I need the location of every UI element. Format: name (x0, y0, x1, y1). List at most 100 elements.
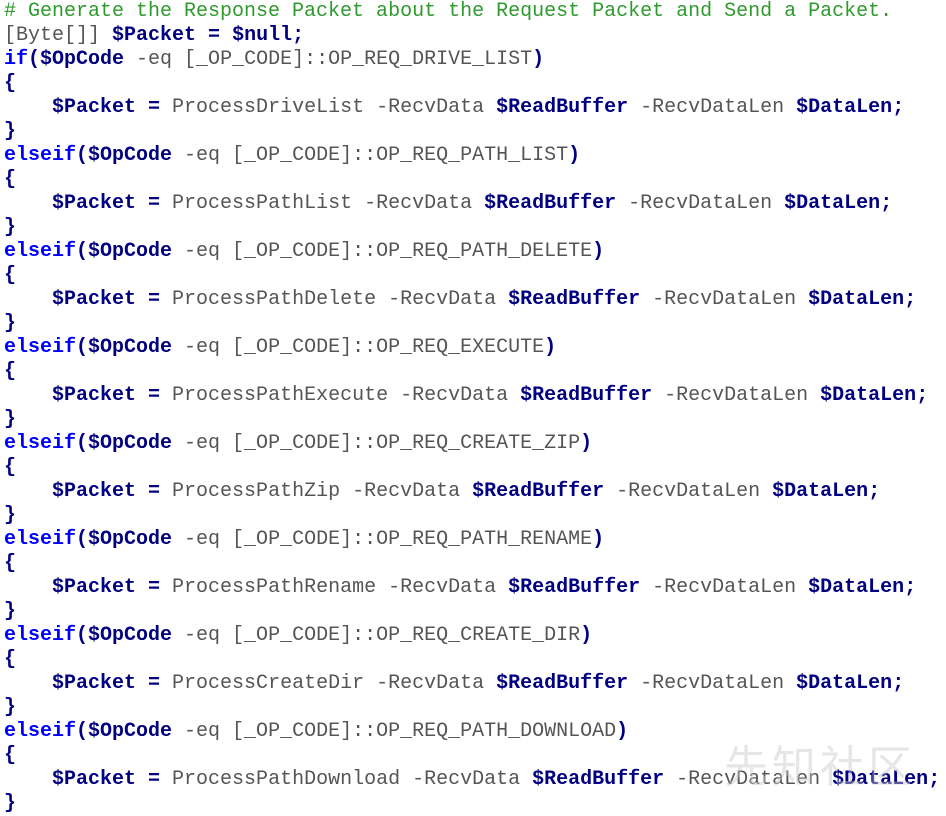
code-text: -eq [_OP_CODE]::OP_REQ_EXECUTE (172, 336, 544, 359)
code-operator: = (196, 24, 232, 47)
code-text: -eq [_OP_CODE]::OP_REQ_CREATE_DIR (172, 624, 580, 647)
code-punctuation: ; (292, 24, 304, 47)
code-line: { (4, 744, 946, 768)
code-brace: { (4, 360, 16, 383)
code-variable: $OpCode (88, 528, 172, 551)
code-line: elseif($OpCode -eq [_OP_CODE]::OP_REQ_EX… (4, 336, 946, 360)
code-line: elseif($OpCode -eq [_OP_CODE]::OP_REQ_PA… (4, 144, 946, 168)
code-operator: = (136, 192, 172, 215)
code-parameter: -RecvDataLen (640, 288, 808, 311)
code-text: -eq [_OP_CODE]::OP_REQ_DRIVE_LIST (124, 48, 532, 71)
code-line: { (4, 264, 946, 288)
code-brace: { (4, 648, 16, 671)
code-punctuation: ) (568, 144, 580, 167)
code-keyword: elseif (4, 720, 76, 743)
code-brace: } (4, 696, 16, 719)
code-keyword: elseif (4, 432, 76, 455)
code-punctuation: ; (928, 768, 940, 791)
code-text (4, 384, 52, 407)
code-punctuation: ; (916, 384, 928, 407)
code-text (4, 288, 52, 311)
code-punctuation: ) (592, 528, 604, 551)
code-line: if($OpCode -eq [_OP_CODE]::OP_REQ_DRIVE_… (4, 48, 946, 72)
code-line: } (4, 504, 946, 528)
code-keyword: elseif (4, 144, 76, 167)
code-operator: = (136, 576, 172, 599)
code-parameter: -RecvDataLen (616, 192, 784, 215)
code-parameter: -RecvDataLen (640, 576, 808, 599)
code-line: { (4, 456, 946, 480)
code-brace: { (4, 72, 16, 95)
code-operator: = (136, 384, 172, 407)
code-editor[interactable]: # Generate the Response Packet about the… (4, 0, 946, 815)
code-operator: = (136, 480, 172, 503)
code-keyword: elseif (4, 528, 76, 551)
code-text: -eq [_OP_CODE]::OP_REQ_PATH_DELETE (172, 240, 592, 263)
code-comment: # Generate the Response Packet about the… (4, 0, 892, 23)
code-parameter: -RecvDataLen (664, 768, 832, 791)
code-parameter: -RecvDataLen (628, 96, 796, 119)
code-variable: $ReadBuffer (508, 288, 640, 311)
code-punctuation: ( (76, 240, 88, 263)
code-command: ProcessPathDownload -RecvData (172, 768, 532, 791)
code-line: elseif($OpCode -eq [_OP_CODE]::OP_REQ_PA… (4, 720, 946, 744)
code-line: { (4, 72, 946, 96)
code-brace: } (4, 600, 16, 623)
code-keyword: elseif (4, 624, 76, 647)
code-variable: $ReadBuffer (520, 384, 652, 407)
code-variable: $Packet (52, 768, 136, 791)
code-punctuation: ) (544, 336, 556, 359)
code-variable: $DataLen (808, 576, 904, 599)
code-text (4, 768, 52, 791)
code-punctuation: ) (592, 240, 604, 263)
code-variable: $ReadBuffer (508, 576, 640, 599)
code-variable: $Packet (52, 480, 136, 503)
code-variable: $Packet (52, 192, 136, 215)
code-parameter: -RecvDataLen (652, 384, 820, 407)
code-variable: $DataLen (784, 192, 880, 215)
code-command: ProcessPathRename -RecvData (172, 576, 508, 599)
code-text (4, 192, 52, 215)
code-punctuation: ) (616, 720, 628, 743)
code-line: { (4, 648, 946, 672)
code-brace: { (4, 168, 16, 191)
code-line: $Packet = ProcessPathZip -RecvData $Read… (4, 480, 946, 504)
code-text: -eq [_OP_CODE]::OP_REQ_CREATE_ZIP (172, 432, 580, 455)
code-command: ProcessCreateDir -RecvData (172, 672, 496, 695)
code-variable: $OpCode (40, 48, 124, 71)
code-command: ProcessPathExecute -RecvData (172, 384, 520, 407)
code-line: } (4, 216, 946, 240)
code-line: $Packet = ProcessCreateDir -RecvData $Re… (4, 672, 946, 696)
code-punctuation: ( (28, 48, 40, 71)
code-line: { (4, 360, 946, 384)
code-line: $Packet = ProcessPathDelete -RecvData $R… (4, 288, 946, 312)
code-variable: $Packet (52, 576, 136, 599)
code-line: } (4, 312, 946, 336)
code-punctuation: ( (76, 720, 88, 743)
code-operator: = (136, 96, 172, 119)
code-variable: $OpCode (88, 432, 172, 455)
code-variable: $DataLen (796, 96, 892, 119)
code-parameter: -RecvDataLen (628, 672, 796, 695)
code-keyword: elseif (4, 240, 76, 263)
code-variable: $Packet (52, 96, 136, 119)
code-command: ProcessPathDelete -RecvData (172, 288, 508, 311)
code-line: } (4, 120, 946, 144)
code-text (4, 96, 52, 119)
code-punctuation: ( (76, 528, 88, 551)
code-text (4, 672, 52, 695)
code-variable: $DataLen (808, 288, 904, 311)
code-variable: $Packet (52, 288, 136, 311)
code-line: $Packet = ProcessPathRename -RecvData $R… (4, 576, 946, 600)
code-brace: { (4, 744, 16, 767)
code-brace: } (4, 216, 16, 239)
code-variable: $OpCode (88, 336, 172, 359)
code-line: } (4, 408, 946, 432)
code-punctuation: ) (580, 624, 592, 647)
code-line: # Generate the Response Packet about the… (4, 0, 946, 24)
code-brace: { (4, 456, 16, 479)
code-text: -eq [_OP_CODE]::OP_REQ_PATH_DOWNLOAD (172, 720, 616, 743)
code-text (4, 576, 52, 599)
code-variable: $Packet (52, 672, 136, 695)
code-line: } (4, 696, 946, 720)
